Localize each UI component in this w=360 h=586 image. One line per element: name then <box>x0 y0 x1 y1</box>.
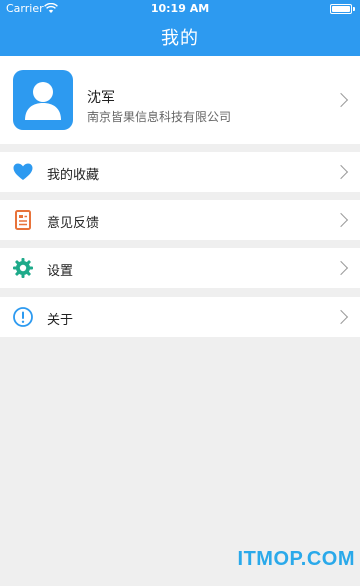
avatar <box>13 70 73 130</box>
menu-item-favorites[interactable]: 我的收藏 <box>0 152 360 192</box>
chevron-right-icon <box>333 260 349 276</box>
menu-item-about[interactable]: 关于 <box>0 297 360 337</box>
menu-item-label: 我的收藏 <box>47 168 100 183</box>
page-title: 我的 <box>161 28 199 49</box>
info-icon <box>13 307 33 327</box>
user-name: 沈军 <box>87 90 115 106</box>
menu-item-label: 关于 <box>47 313 74 328</box>
menu-item-label: 设置 <box>47 264 74 279</box>
profile-card[interactable]: 沈军 南京皆果信息科技有限公司 <box>0 56 360 144</box>
chevron-right-icon <box>333 309 349 325</box>
company-name: 南京皆果信息科技有限公司 <box>87 110 232 124</box>
battery-icon <box>330 4 352 14</box>
chevron-right-icon <box>333 164 349 180</box>
heart-icon <box>13 163 33 180</box>
menu-item-feedback[interactable]: 意见反馈 <box>0 200 360 240</box>
chevron-right-icon <box>333 212 349 228</box>
status-bar: Carrier 10:19 AM <box>0 0 360 18</box>
user-avatar-icon <box>25 82 61 120</box>
battery-level <box>332 6 350 12</box>
feedback-doc-icon <box>15 210 31 230</box>
gear-icon <box>13 258 33 278</box>
menu-item-settings[interactable]: 设置 <box>0 248 360 288</box>
watermark-logo: ITMOP.COM <box>237 548 355 570</box>
battery-cap <box>353 7 355 11</box>
status-time: 10:19 AM <box>150 2 210 15</box>
app-header: Carrier 10:19 AM 我的 <box>0 0 360 56</box>
chevron-right-icon <box>333 92 349 108</box>
menu-item-label: 意见反馈 <box>47 216 100 231</box>
